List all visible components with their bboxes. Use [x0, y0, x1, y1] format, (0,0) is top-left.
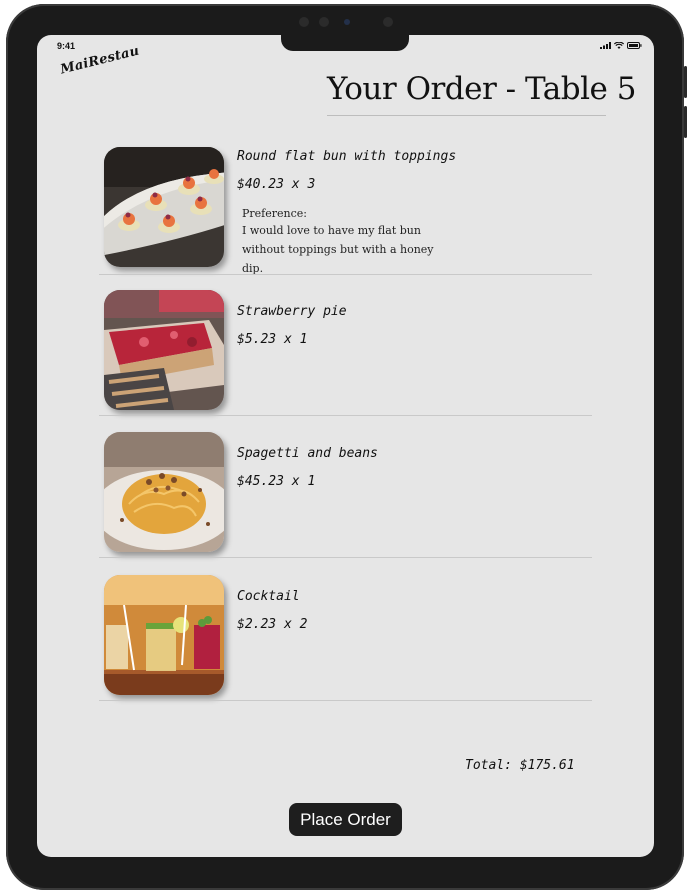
- spaghetti-photo: [104, 432, 224, 552]
- item-divider: [99, 274, 592, 275]
- flat-bun-photo: [104, 147, 224, 267]
- battery-icon: [627, 42, 642, 49]
- item-divider: [99, 557, 592, 558]
- status-time: 9:41: [57, 41, 76, 51]
- order-item[interactable]: Round flat bun with toppings $40.23 x 3 …: [99, 147, 592, 275]
- item-name: Strawberry pie: [237, 304, 347, 319]
- item-divider: [99, 415, 592, 416]
- item-name: Spagetti and beans: [237, 446, 378, 461]
- order-item[interactable]: Cocktail $2.23 x 2: [99, 575, 592, 699]
- item-price: $2.23 x 2: [237, 617, 308, 632]
- preference-label: Preference:: [242, 207, 307, 220]
- order-item[interactable]: Spagetti and beans $45.23 x 1: [99, 432, 592, 556]
- app-screen: 9:41 MaiRestau Your Order - Table 5 Roun…: [37, 35, 654, 857]
- item-price: $45.23 x 1: [237, 474, 316, 489]
- status-icons: [600, 42, 642, 49]
- place-order-button[interactable]: Place Order: [289, 803, 402, 836]
- order-item[interactable]: Strawberry pie $5.23 x 1: [99, 290, 592, 414]
- preference-text: I would love to have my flat bun without…: [242, 224, 434, 275]
- item-divider: [99, 700, 592, 701]
- sensor-icon: [299, 17, 309, 27]
- signal-icon: [600, 42, 611, 49]
- item-price: $5.23 x 1: [237, 332, 308, 347]
- camera-icon: [344, 19, 350, 25]
- strawberry-pie-photo: [104, 290, 224, 410]
- item-name: Round flat bun with toppings: [237, 149, 457, 164]
- order-total: Total: $175.61: [465, 758, 575, 773]
- wifi-icon: [614, 42, 624, 49]
- title-divider: [327, 115, 606, 116]
- item-price: $40.23 x 3: [237, 177, 316, 192]
- volume-button: [684, 66, 687, 98]
- cocktail-photo: [104, 575, 224, 695]
- page-title: Your Order - Table 5: [327, 71, 636, 107]
- screen-notch: [281, 35, 409, 51]
- item-name: Cocktail: [237, 589, 300, 604]
- sensor-icon: [319, 17, 329, 27]
- sensor-icon: [383, 17, 393, 27]
- power-button: [684, 106, 687, 138]
